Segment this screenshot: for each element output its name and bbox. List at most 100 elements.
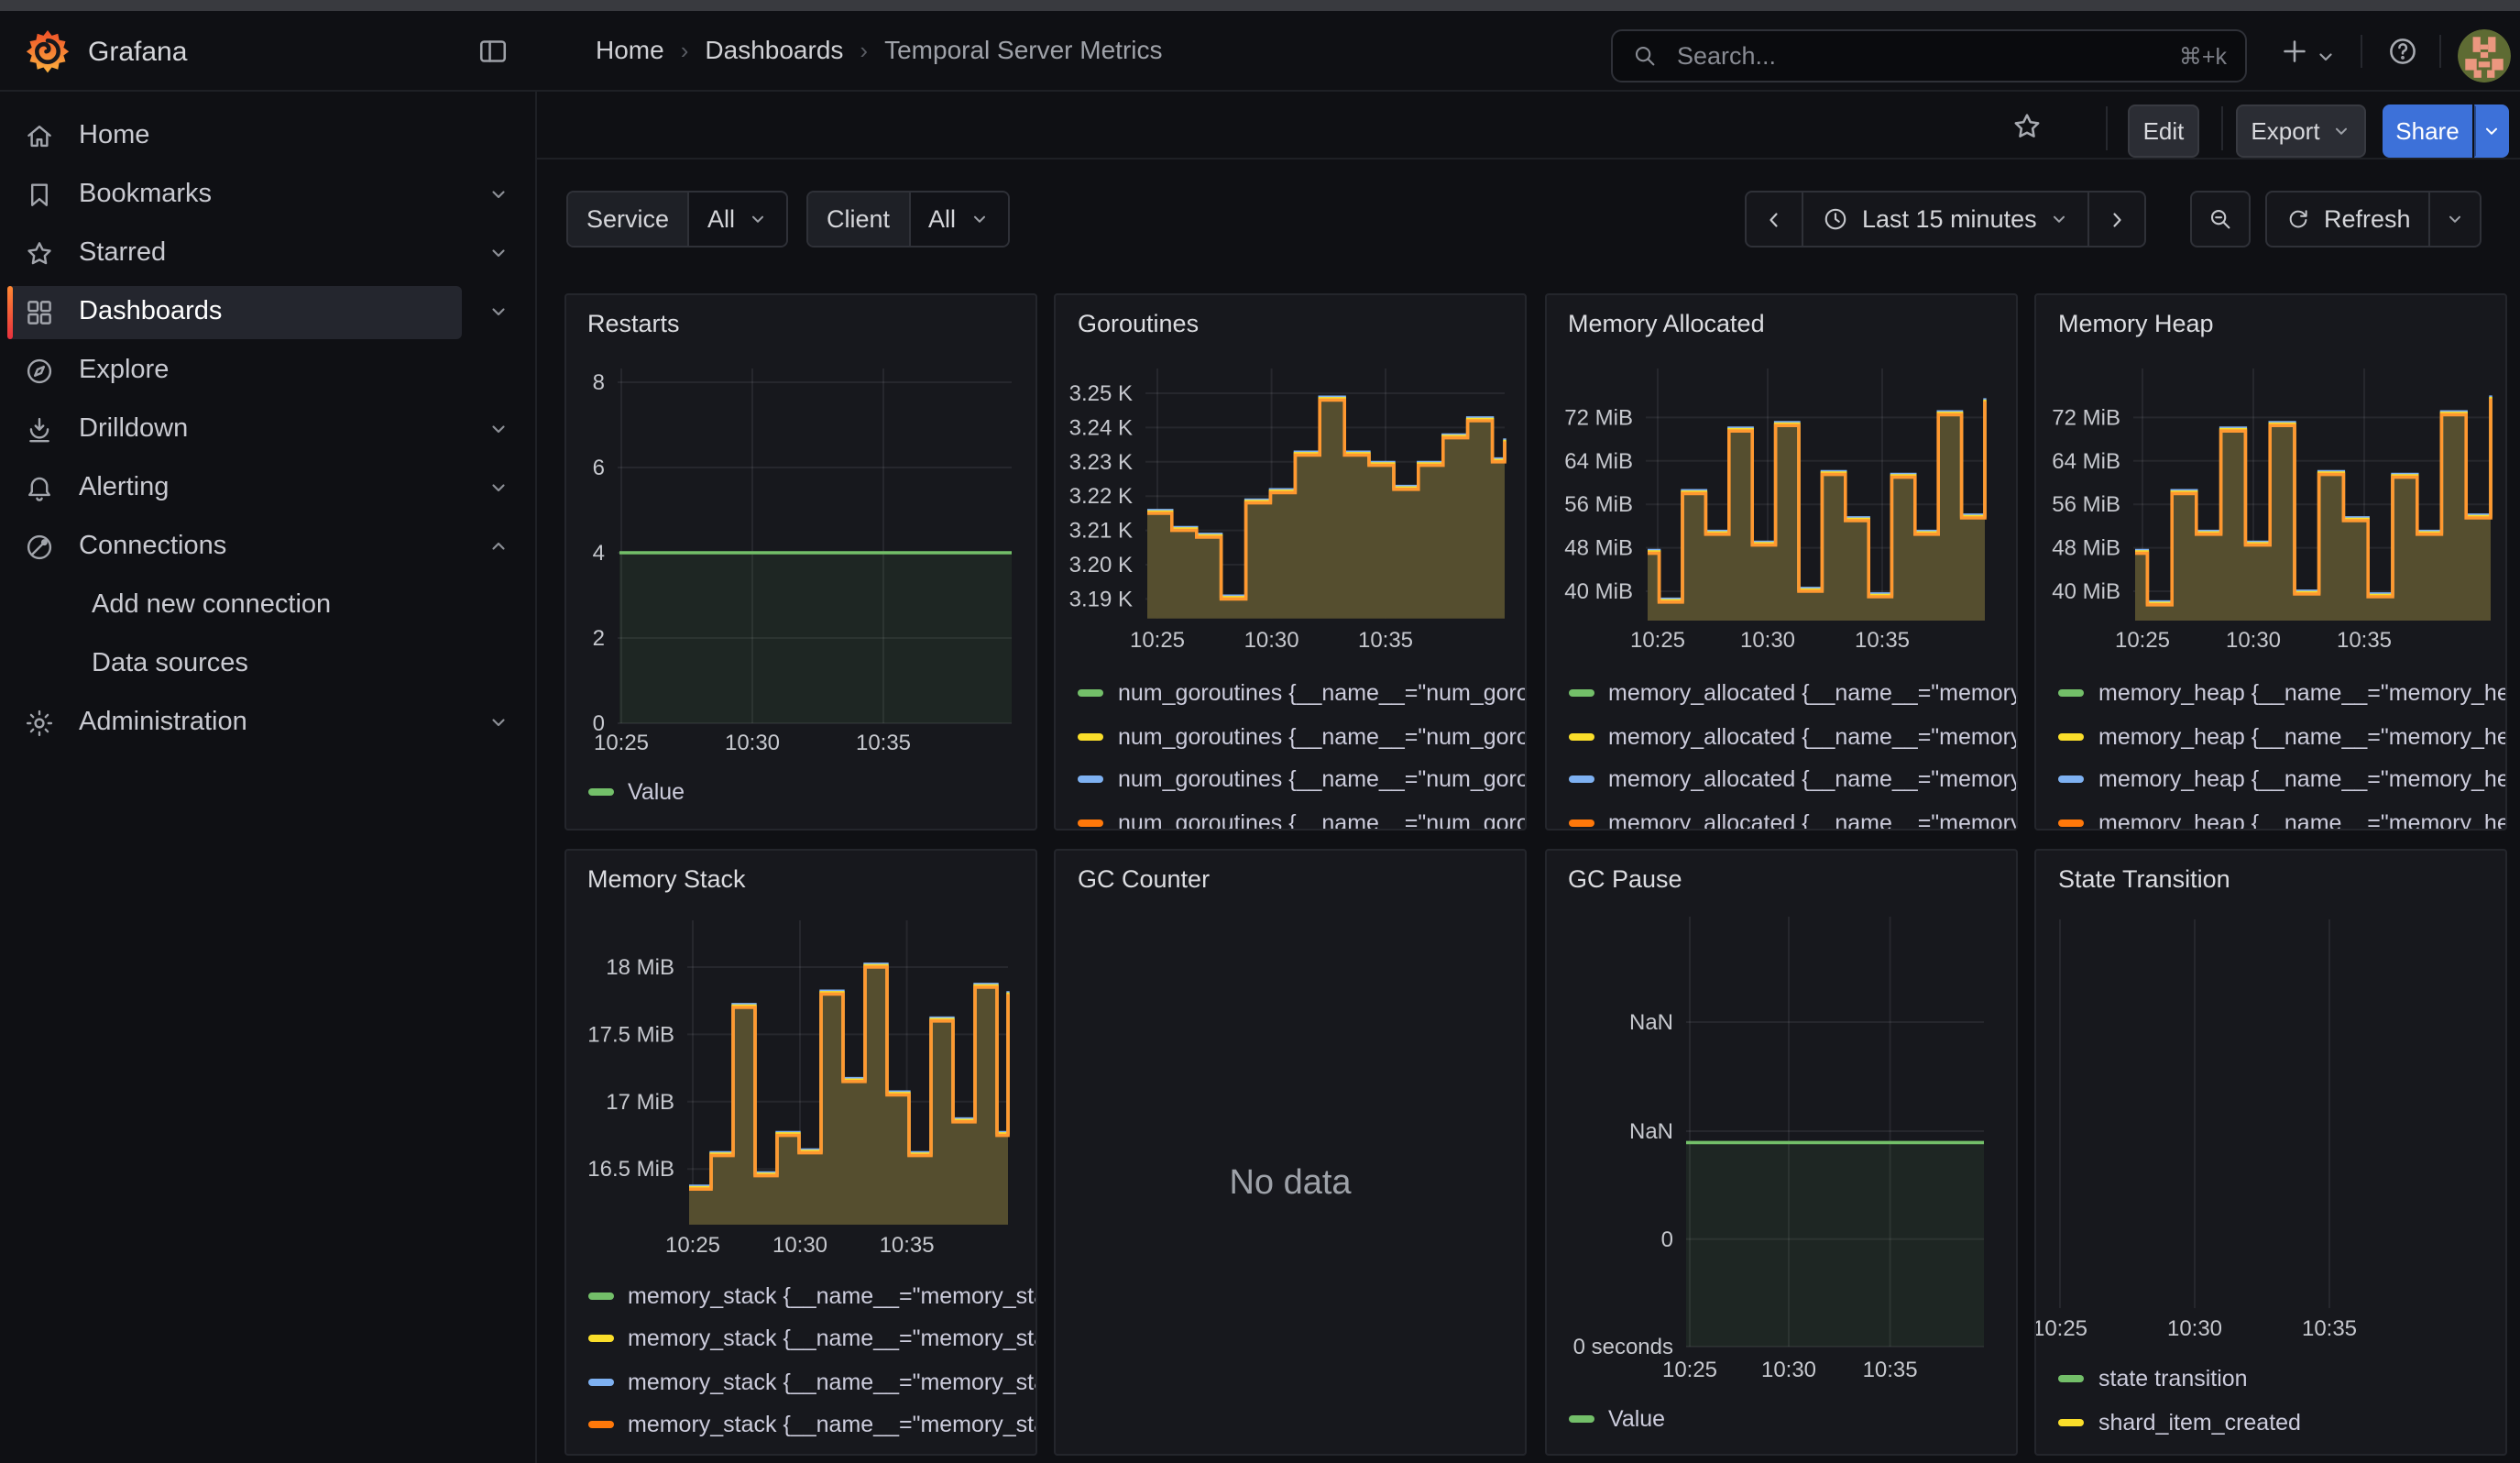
time-forward-button[interactable]: [2088, 192, 2145, 246]
sidebar-item-add-new-connection[interactable]: Add new connection: [0, 576, 535, 634]
svg-text:10:30: 10:30: [772, 1232, 827, 1257]
svg-text:4: 4: [592, 540, 604, 565]
legend-item[interactable]: memory_heap {__name__="memory_heap": [2058, 677, 2507, 709]
legend-item[interactable]: memory_allocated {__name__="memory_alloc…: [1568, 720, 2017, 752]
breadcrumb-home[interactable]: Home: [596, 35, 664, 64]
sidebar-item-home[interactable]: Home: [0, 106, 535, 165]
sidebar-item-explore[interactable]: Explore: [0, 341, 535, 400]
refresh-interval-dropdown[interactable]: [2429, 192, 2481, 246]
chevron-down-icon[interactable]: [462, 224, 535, 282]
chevron-down-icon[interactable]: [462, 282, 535, 341]
service-filter-value[interactable]: All: [687, 192, 786, 246]
time-range-group: Last 15 minutes: [1745, 191, 2147, 248]
svg-text:10:25: 10:25: [593, 730, 648, 754]
favorite-star-icon[interactable]: [2011, 110, 2043, 143]
legend-item[interactable]: num_goroutines {__name__="num_goroutines…: [1078, 807, 1527, 830]
share-dropdown-button[interactable]: [2473, 104, 2508, 158]
zoom-out-button[interactable]: [2190, 191, 2251, 248]
avatar[interactable]: [2458, 29, 2511, 82]
legend-series-label: memory_stack {__name__="memory_stack": [628, 1412, 1036, 1437]
legend-item[interactable]: memory_heap {__name__="memory_heap": [2058, 807, 2507, 830]
legend-item[interactable]: num_goroutines {__name__="num_goroutines…: [1078, 764, 1527, 795]
legend-item[interactable]: state transition: [2058, 1363, 2248, 1394]
help-icon[interactable]: [2386, 35, 2419, 68]
chevron-down-icon: [2050, 209, 2070, 229]
clock-icon: [1822, 205, 1849, 233]
legend-series-label: num_goroutines {__name__="num_goroutines…: [1118, 680, 1527, 706]
legend-item[interactable]: memory_stack {__name__="memory_stack": [587, 1366, 1036, 1397]
legend-item[interactable]: Value: [1568, 1403, 1665, 1435]
legend-series-dash-icon: [587, 1378, 613, 1385]
legend-series-dash-icon: [1078, 689, 1103, 697]
legend-series-dash-icon: [2058, 819, 2084, 826]
sidebar-item-dashboards[interactable]: Dashboards: [0, 282, 535, 341]
refresh-icon: [2285, 206, 2311, 232]
legend-item[interactable]: memory_stack {__name__="memory_stack": [587, 1323, 1036, 1354]
svg-text:10:35: 10:35: [1358, 627, 1413, 652]
legend-item[interactable]: num_goroutines {__name__="num_goroutines…: [1078, 677, 1527, 709]
refresh-button[interactable]: Refresh: [2267, 192, 2429, 246]
legend-series-dash-icon: [2058, 689, 2084, 697]
time-range-picker[interactable]: Last 15 minutes: [1802, 192, 2088, 246]
legend-item[interactable]: memory_heap {__name__="memory_heap": [2058, 720, 2507, 752]
sidebar-item-label: Home: [79, 121, 149, 150]
legend-series-dash-icon: [1078, 819, 1103, 826]
share-button[interactable]: Share: [2383, 104, 2472, 158]
chevron-down-icon[interactable]: [462, 400, 535, 458]
chevron-placeholder: [462, 106, 535, 165]
svg-text:18 MiB: 18 MiB: [605, 954, 674, 979]
chevron-down-icon[interactable]: [462, 165, 535, 224]
legend-item[interactable]: shard_item_created: [2058, 1406, 2301, 1437]
legend-series-label: memory_heap {__name__="memory_heap": [2098, 766, 2507, 792]
edit-button[interactable]: Edit: [2128, 104, 2199, 158]
legend-item[interactable]: memory_allocated {__name__="memory_alloc…: [1568, 807, 2017, 830]
legend-item[interactable]: memory_stack {__name__="memory_stack": [587, 1280, 1036, 1311]
legend-series-label: Value: [628, 779, 685, 805]
legend-series-dash-icon: [2058, 1375, 2084, 1382]
chevron-up-icon[interactable]: [462, 517, 535, 576]
chevron-down-icon[interactable]: [462, 458, 535, 517]
search-input[interactable]: [1673, 40, 2164, 72]
svg-text:64 MiB: 64 MiB: [2052, 448, 2120, 473]
time-range-label: Last 15 minutes: [1862, 205, 2037, 233]
client-filter-value[interactable]: All: [908, 192, 1007, 246]
svg-text:10:30: 10:30: [2226, 627, 2281, 652]
sidebar-item-starred[interactable]: Starred: [0, 224, 535, 282]
legend-item[interactable]: memory_heap {__name__="memory_heap": [2058, 764, 2507, 795]
legend-series-label: Value: [1608, 1406, 1665, 1432]
sidebar-item-data-sources[interactable]: Data sources: [0, 634, 535, 693]
legend-item[interactable]: Value: [587, 776, 685, 808]
sidebar-item-connections[interactable]: Connections: [0, 517, 535, 576]
panel-title[interactable]: GC Counter: [1078, 864, 1210, 892]
legend-series-dash-icon: [1568, 819, 1594, 826]
legend-item[interactable]: memory_stack {__name__="memory_stack": [587, 1409, 1036, 1440]
search-box[interactable]: ⌘+k: [1611, 29, 2247, 82]
sidebar-item-bookmarks[interactable]: Bookmarks: [0, 165, 535, 224]
legend-series-label: memory_heap {__name__="memory_heap": [2098, 809, 2507, 830]
time-back-button[interactable]: [1747, 192, 1802, 246]
sidebar-item-label: Add new connection: [92, 590, 331, 620]
sidebar-toggle-icon[interactable]: [477, 35, 509, 68]
legend-series-label: memory_allocated {__name__="memory_alloc…: [1608, 766, 2017, 792]
sidebar-item-alerting[interactable]: Alerting: [0, 458, 535, 517]
svg-text:10:35: 10:35: [879, 1232, 934, 1257]
legend-item[interactable]: memory_allocated {__name__="memory_alloc…: [1568, 764, 2017, 795]
svg-text:40 MiB: 40 MiB: [1563, 578, 1632, 603]
chevron-down-icon[interactable]: [462, 693, 535, 752]
svg-text:48 MiB: 48 MiB: [2052, 535, 2120, 560]
add-icon[interactable]: [2278, 35, 2311, 68]
panel-memory-heap: Memory Heap72 MiB64 MiB56 MiB48 MiB40 Mi…: [2034, 292, 2507, 830]
svg-text:17.5 MiB: 17.5 MiB: [586, 1021, 674, 1046]
svg-text:48 MiB: 48 MiB: [1563, 535, 1632, 560]
grid-icon: [24, 296, 55, 327]
sidebar-item-drilldown[interactable]: Drilldown: [0, 400, 535, 458]
legend-item[interactable]: memory_allocated {__name__="memory_alloc…: [1568, 677, 2017, 709]
search-shortcut: ⌘+k: [2179, 42, 2227, 70]
chevron-down-icon: [748, 209, 768, 229]
sidebar-item-administration[interactable]: Administration: [0, 693, 535, 752]
sidebar-item-label: Dashboards: [79, 297, 222, 326]
add-chevron-icon[interactable]: [2315, 40, 2337, 73]
export-button[interactable]: Export: [2236, 104, 2366, 158]
breadcrumb-dashboards[interactable]: Dashboards: [705, 35, 843, 64]
legend-item[interactable]: num_goroutines {__name__="num_goroutines…: [1078, 720, 1527, 752]
